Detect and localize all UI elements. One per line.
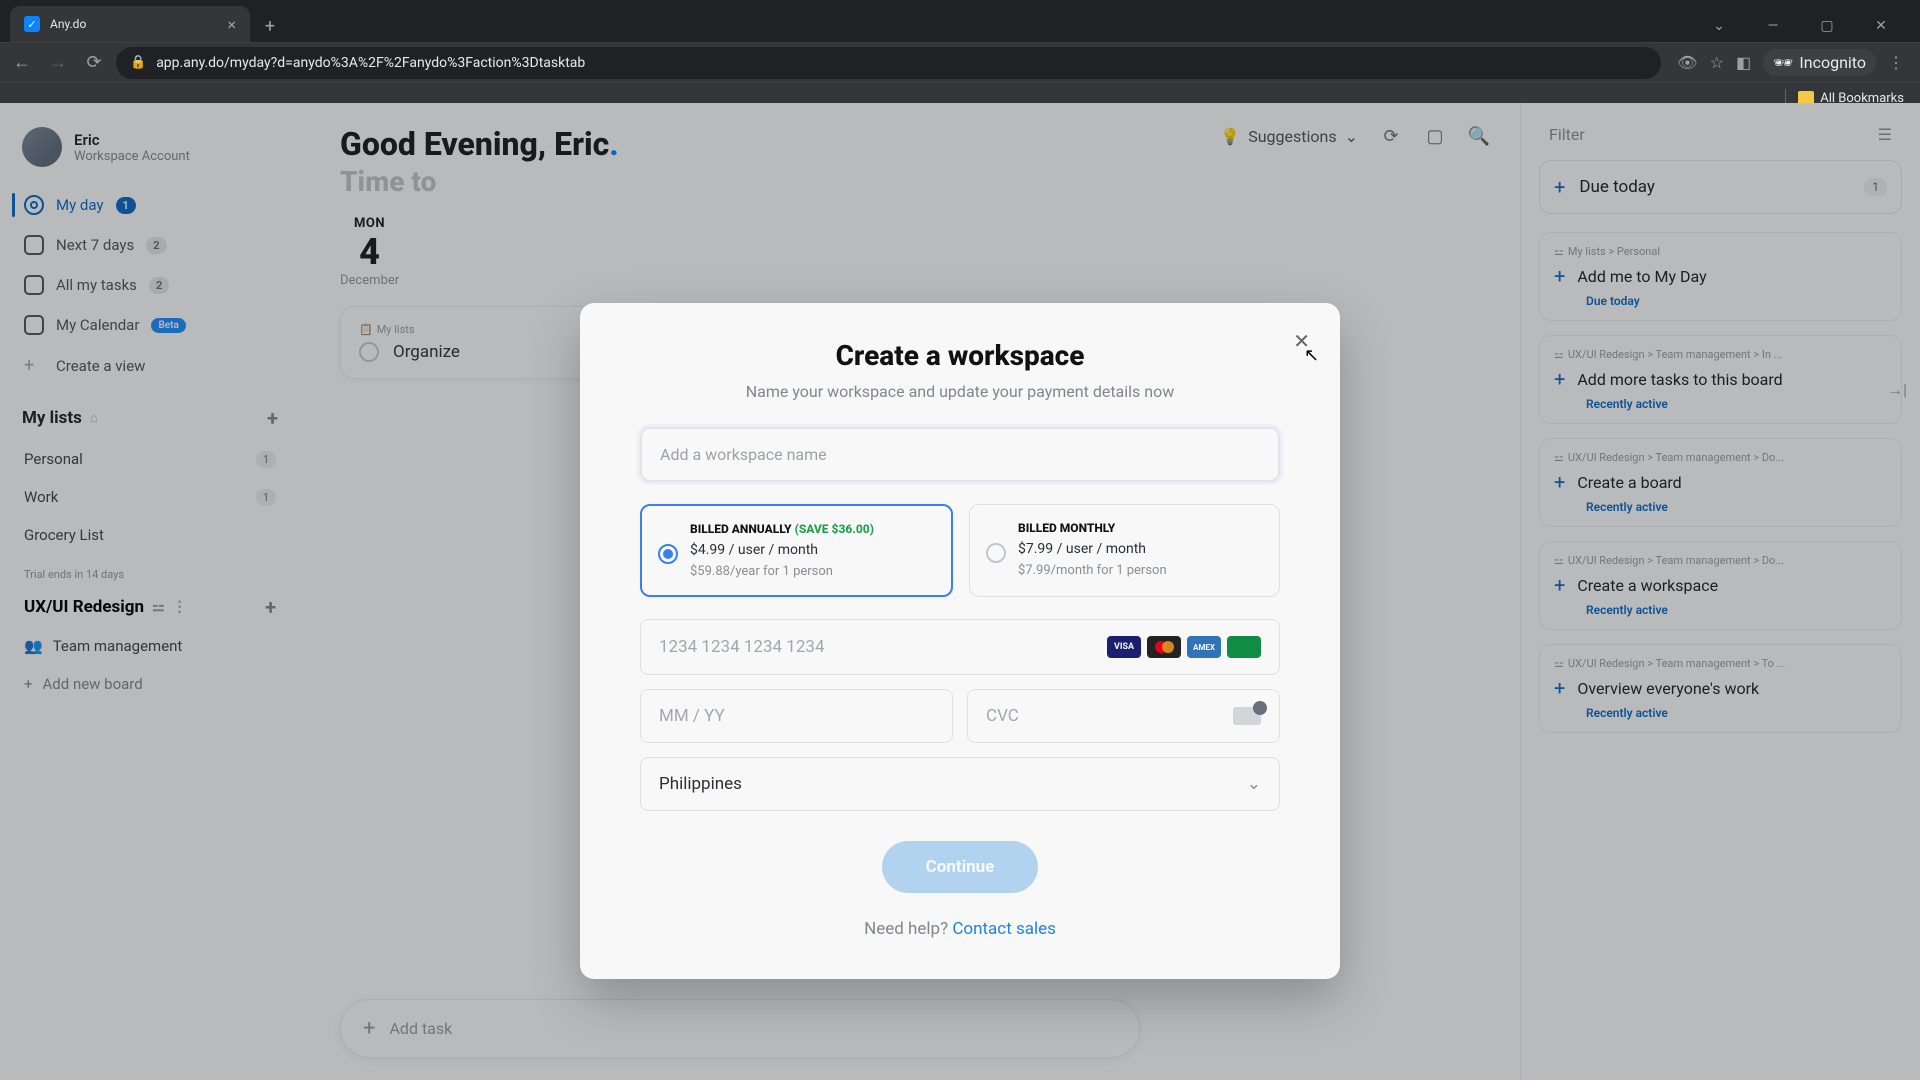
tab-bar: ✓ Any.do × + ⌄ — ▢ ✕ [0, 0, 1920, 42]
close-modal-button[interactable]: ✕ [1293, 329, 1310, 353]
country-value: Philippines [659, 774, 742, 794]
new-tab-button[interactable]: + [254, 10, 286, 42]
incognito-label: Incognito [1799, 53, 1866, 72]
continue-button[interactable]: Continue [882, 841, 1039, 893]
country-select[interactable]: Philippines ⌄ [640, 757, 1280, 811]
incognito-icon: 🕶 [1773, 53, 1793, 72]
chevron-down-icon[interactable]: ⌄ [1696, 10, 1742, 42]
plan-monthly[interactable]: BILLED MONTHLY $7.99 / user / month $7.9… [969, 504, 1280, 597]
cvc-card-icon [1233, 707, 1261, 725]
modal-title: Create a workspace [640, 339, 1280, 372]
expiry-placeholder: MM / YY [659, 706, 725, 726]
card-number-input[interactable]: 1234 1234 1234 1234 VISA AMEX [640, 619, 1280, 675]
maximize-icon[interactable]: ▢ [1804, 10, 1850, 42]
close-tab-icon[interactable]: × [227, 15, 236, 34]
radio-icon [986, 543, 1006, 563]
address-bar: ← → ⟳ 🔒 app.any.do/myday?d=anydo%3A%2F%2… [0, 42, 1920, 82]
anydo-favicon-icon: ✓ [24, 16, 40, 32]
help-text: Need help? Contact sales [640, 919, 1280, 939]
amex-icon: AMEX [1187, 636, 1221, 658]
browser-chrome: ✓ Any.do × + ⌄ — ▢ ✕ ← → ⟳ 🔒 app.any.do/… [0, 0, 1920, 103]
contact-sales-link[interactable]: Contact sales [952, 919, 1056, 939]
create-workspace-modal: ✕ Create a workspace Name your workspace… [580, 303, 1340, 979]
plan-price: $4.99 / user / month [690, 542, 933, 558]
cvc-input[interactable]: CVC [967, 689, 1280, 743]
modal-subtitle: Name your workspace and update your paym… [640, 382, 1280, 401]
cvc-placeholder: CVC [986, 706, 1019, 726]
address-bar-actions: 👁 ☆ ◧ 🕶 Incognito ⋮ [1669, 49, 1912, 76]
eye-off-icon[interactable]: 👁 [1677, 53, 1697, 72]
billing-plans: BILLED ANNUALLY (SAVE $36.00) $4.99 / us… [640, 504, 1280, 597]
bookmark-star-icon[interactable]: ☆ [1710, 53, 1724, 72]
browser-tab[interactable]: ✓ Any.do × [10, 6, 250, 42]
side-panel-icon[interactable]: ◧ [1736, 53, 1751, 72]
minimize-icon[interactable]: — [1750, 10, 1796, 42]
close-window-icon[interactable]: ✕ [1858, 10, 1904, 42]
plan-price: $7.99 / user / month [1018, 541, 1261, 557]
incognito-badge[interactable]: 🕶 Incognito [1763, 49, 1876, 76]
reload-button[interactable]: ⟳ [80, 49, 108, 77]
forward-button[interactable]: → [44, 49, 72, 77]
workspace-name-input[interactable] [640, 427, 1280, 482]
tab-title: Any.do [50, 17, 217, 31]
window-controls: ⌄ — ▢ ✕ [1696, 10, 1910, 42]
kebab-menu-icon[interactable]: ⋮ [1888, 53, 1904, 72]
lock-icon: 🔒 [130, 55, 146, 70]
card-brands: VISA AMEX [1107, 636, 1261, 658]
visa-icon: VISA [1107, 636, 1141, 658]
expiry-input[interactable]: MM / YY [640, 689, 953, 743]
radio-icon [658, 544, 678, 564]
unionpay-icon [1227, 636, 1261, 658]
plan-note: $7.99/month for 1 person [1018, 563, 1261, 578]
app-root: Eric Workspace Account My day 1 Next 7 d… [0, 103, 1920, 1080]
url-text: app.any.do/myday?d=anydo%3A%2F%2Fanydo%3… [156, 55, 585, 71]
modal-overlay[interactable]: ✕ Create a workspace Name your workspace… [0, 103, 1920, 1080]
back-button[interactable]: ← [8, 49, 36, 77]
mastercard-icon [1147, 636, 1181, 658]
plan-annual[interactable]: BILLED ANNUALLY (SAVE $36.00) $4.99 / us… [640, 504, 953, 597]
card-number-placeholder: 1234 1234 1234 1234 [659, 637, 825, 657]
plan-note: $59.88/year for 1 person [690, 564, 933, 579]
chevron-down-icon: ⌄ [1247, 774, 1261, 794]
url-field[interactable]: 🔒 app.any.do/myday?d=anydo%3A%2F%2Fanydo… [116, 47, 1661, 79]
